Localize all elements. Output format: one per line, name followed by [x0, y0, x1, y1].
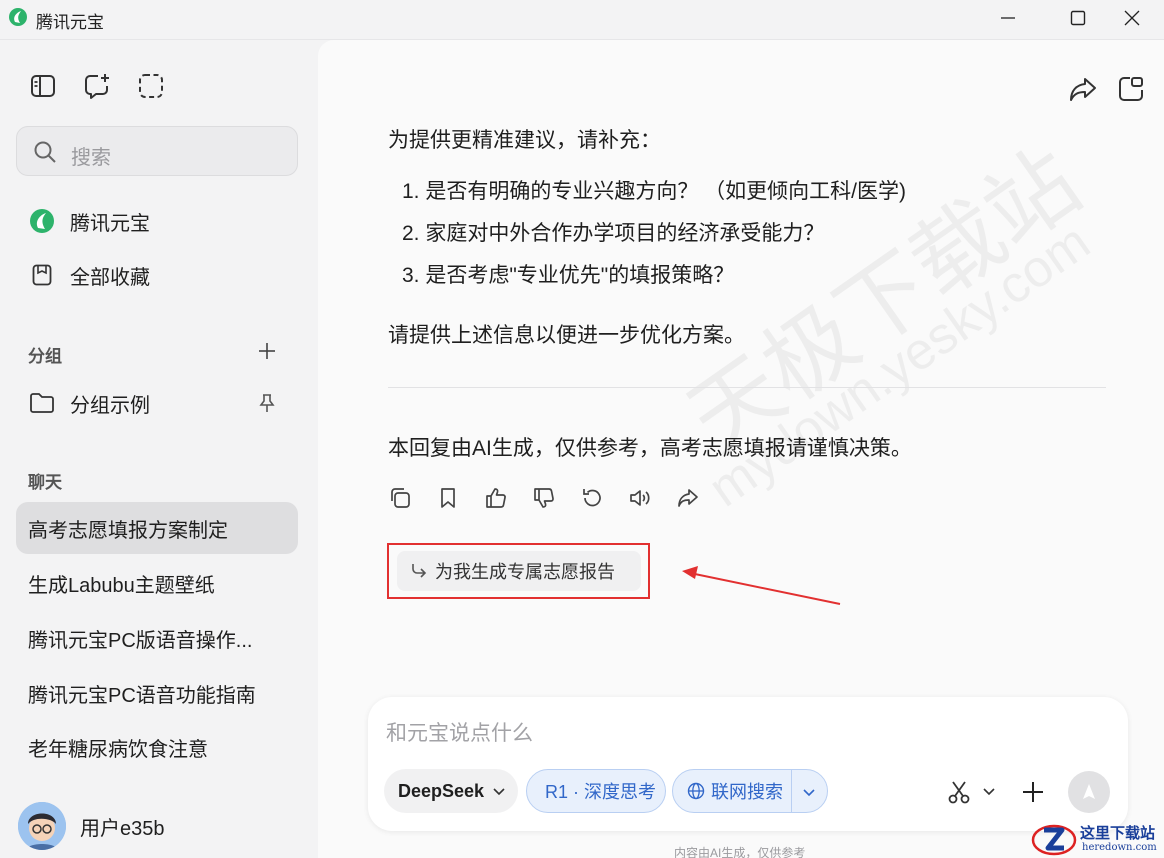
- web-search-toggle[interactable]: 联网搜索: [672, 769, 828, 813]
- web-search-label: 联网搜索: [711, 782, 783, 802]
- close-button[interactable]: [1100, 0, 1164, 36]
- new-chat-icon[interactable]: [83, 72, 111, 100]
- suggestion-button[interactable]: 为我生成专属志愿报告: [397, 551, 641, 591]
- chat-item[interactable]: 腾讯元宝PC版语音操作...: [16, 612, 298, 664]
- sidebar-item-yuanbao[interactable]: 腾讯元宝: [16, 198, 298, 244]
- minimize-button[interactable]: [973, 0, 1043, 36]
- model-selector[interactable]: DeepSeek: [384, 769, 518, 813]
- user-profile[interactable]: 用户e35b: [18, 802, 165, 850]
- group-item-label: 分组示例: [70, 394, 150, 417]
- site-logo-text: 这里下载站: [1080, 824, 1156, 842]
- sidebar-item-label: 全部收藏: [70, 266, 150, 289]
- close-icon: [1124, 10, 1140, 26]
- chevron-down-icon[interactable]: [982, 785, 996, 799]
- speaker-icon[interactable]: [628, 486, 652, 510]
- search-placeholder: 搜索: [71, 147, 111, 169]
- suggestion-label: 为我生成专属志愿报告: [435, 562, 615, 582]
- search-icon: [34, 141, 56, 163]
- share-icon[interactable]: [1068, 74, 1098, 104]
- groups-section-title: 分组: [28, 347, 62, 366]
- sidebar-item-favorites[interactable]: 全部收藏: [16, 252, 298, 298]
- new-window-icon[interactable]: [1116, 74, 1146, 104]
- chat-item[interactable]: 老年糖尿病饮食注意: [16, 721, 298, 773]
- deep-think-toggle[interactable]: R1 · 深度思考: [526, 769, 666, 813]
- sidebar: 搜索 腾讯元宝 全部收藏 分组 分组示例 聊天 高考志愿填报方案制定 生成Lab…: [0, 40, 318, 858]
- sidebar-item-label: 腾讯元宝: [70, 212, 150, 235]
- message-composer[interactable]: 和元宝说点什么 DeepSeek R1 · 深度思考 联网搜索: [368, 697, 1128, 831]
- deep-think-label: R1 · 深度思考: [545, 782, 657, 802]
- thumbs-down-icon[interactable]: [532, 486, 556, 510]
- message-disclaimer: 本回复由AI生成，仅供参考，高考志愿填报请谨慎决策。: [388, 437, 912, 460]
- list-item: 3. 是否考虑"专业优先"的填报策略？: [402, 264, 735, 287]
- chat-item[interactable]: 腾讯元宝PC语音功能指南: [16, 667, 298, 719]
- thumbs-up-icon[interactable]: [484, 486, 508, 510]
- question-list: 1. 是否有明确的专业兴趣方向？ （如更倾向工科/医学) 2. 家庭对中外合作办…: [402, 175, 906, 301]
- highlight-box: 为我生成专属志愿报告: [387, 543, 650, 599]
- maximize-icon: [1070, 10, 1086, 26]
- sidebar-toggle-icon[interactable]: [29, 72, 57, 100]
- send-button[interactable]: [1068, 771, 1110, 813]
- message-intro: 为提供更精准建议，请补充：: [388, 129, 661, 152]
- list-item: 1. 是否有明确的专业兴趣方向？ （如更倾向工科/医学): [402, 180, 907, 203]
- bookmark-icon[interactable]: [436, 486, 460, 510]
- chevron-down-icon[interactable]: [801, 784, 817, 800]
- annotation-arrow: [682, 566, 841, 605]
- divider: [791, 770, 792, 812]
- composer-placeholder: 和元宝说点什么: [386, 722, 533, 745]
- add-attachment-icon[interactable]: [1020, 779, 1046, 805]
- add-group-icon[interactable]: [256, 340, 278, 362]
- yuanbao-logo-icon: [9, 8, 27, 26]
- avatar: [18, 802, 66, 850]
- message-closing: 请提供上述信息以便进一步优化方案。: [388, 324, 745, 347]
- screenshot-select-icon[interactable]: [137, 72, 165, 100]
- regenerate-icon[interactable]: [580, 486, 604, 510]
- yuanbao-logo-icon: [28, 207, 56, 235]
- username: 用户e35b: [80, 817, 165, 840]
- chat-item[interactable]: 高考志愿填报方案制定: [16, 502, 298, 554]
- chat-item[interactable]: 生成Labubu主题壁纸: [16, 557, 298, 609]
- model-label: DeepSeek: [398, 780, 485, 801]
- search-box[interactable]: 搜索: [16, 126, 298, 176]
- globe-icon: [687, 782, 705, 800]
- divider: [388, 387, 1106, 388]
- pin-icon[interactable]: [256, 392, 278, 414]
- copy-icon[interactable]: [388, 486, 412, 510]
- site-logo: 这里下载站 heredown.com: [1030, 818, 1164, 858]
- chats-section-title: 聊天: [28, 473, 62, 492]
- site-logo-url: heredown.com: [1082, 842, 1157, 853]
- title-bar: 腾讯元宝: [0, 0, 1164, 40]
- share-icon[interactable]: [676, 486, 700, 510]
- group-item[interactable]: 分组示例: [16, 380, 298, 426]
- list-item: 2. 家庭对中外合作办学项目的经济承受能力？: [402, 222, 825, 245]
- window-title: 腾讯元宝: [36, 13, 104, 32]
- reply-arrow-icon: [412, 564, 427, 578]
- ai-footnote: 内容由AI生成，仅供参考: [674, 846, 806, 858]
- message-actions: [388, 486, 700, 510]
- scissors-icon[interactable]: [946, 779, 972, 805]
- bookmark-icon: [28, 261, 56, 289]
- heredown-logo-icon: [1031, 824, 1077, 856]
- send-arrow-icon: [1083, 784, 1095, 799]
- chevron-down-icon: [493, 788, 505, 796]
- chat-panel: 天极下载站 mydown.yesky.com 为提供更精准建议，请补充： 1. …: [318, 40, 1164, 858]
- minimize-icon: [1001, 17, 1015, 19]
- folder-icon: [28, 389, 56, 417]
